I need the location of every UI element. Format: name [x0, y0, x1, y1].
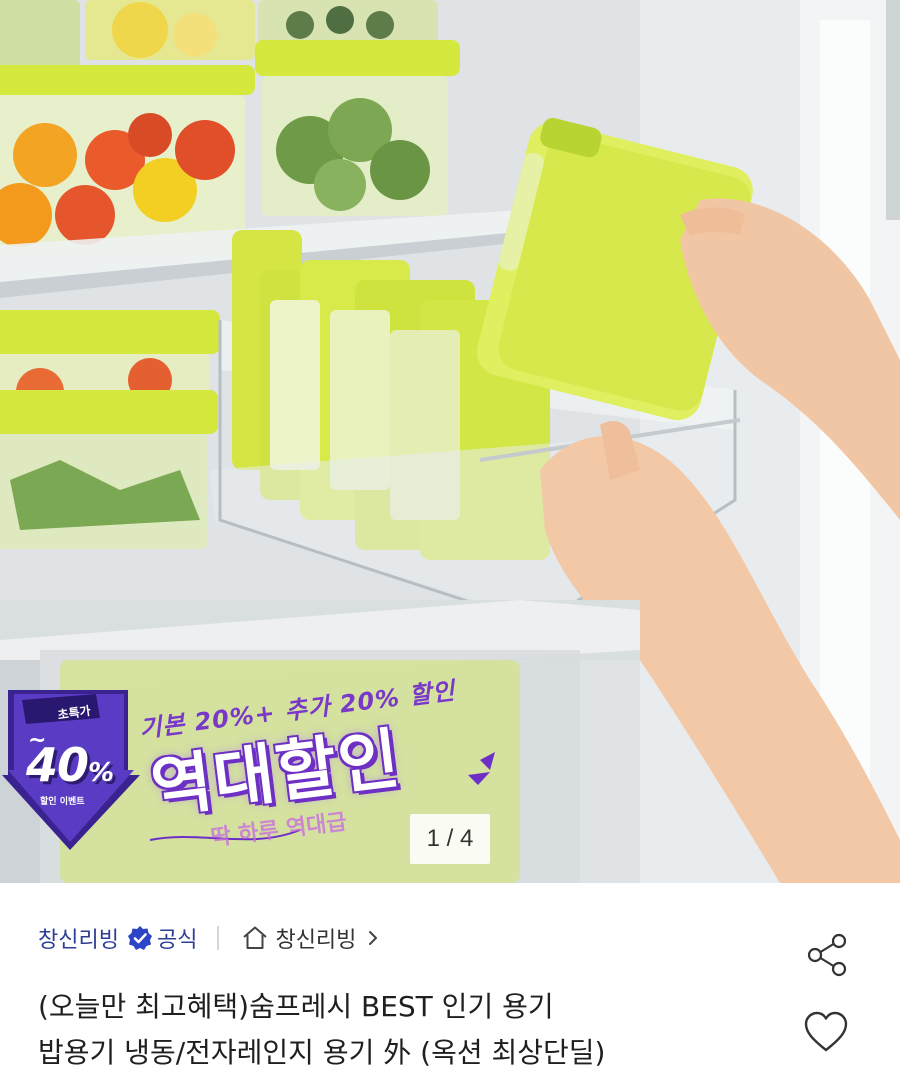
heart-icon: [804, 1011, 848, 1052]
home-icon[interactable]: [241, 924, 269, 952]
share-icon: [807, 933, 847, 977]
store-name-link[interactable]: 창신리빙: [38, 922, 119, 954]
product-title: (오늘만 최고혜택)숨프레시 BEST 인기 용기 밥용기 냉동/전자레인지 용…: [38, 984, 758, 1076]
store-home-link[interactable]: 창신리빙: [275, 922, 356, 954]
share-button[interactable]: [802, 930, 852, 980]
discount-badge-percent: %: [88, 758, 114, 788]
product-title-line2: 밥용기 냉동/전자레인지 용기 外 (옥션 최상단딜): [38, 1036, 606, 1069]
product-photo: [0, 0, 900, 883]
chevron-right-icon[interactable]: [366, 929, 380, 947]
divider: [217, 926, 220, 950]
store-info-row: 창신리빙 공식 창신리빙: [38, 918, 380, 958]
product-image-carousel[interactable]: 초특가 ~ 40% 할인 이벤트 기본 20%+ 추가 20% 할인 역대할인 …: [0, 0, 900, 883]
image-page-counter: 1 / 4: [410, 814, 490, 864]
official-store-label: 공식: [156, 928, 198, 953]
discount-badge-number: 40: [26, 738, 89, 792]
product-title-line1: (오늘만 최고혜택)숨프레시 BEST 인기 용기: [38, 990, 554, 1023]
discount-badge-value: 40%: [26, 738, 114, 792]
verified-check-icon: [127, 925, 153, 951]
like-button[interactable]: [800, 1006, 852, 1058]
discount-badge-subtext: 할인 이벤트: [40, 797, 85, 807]
